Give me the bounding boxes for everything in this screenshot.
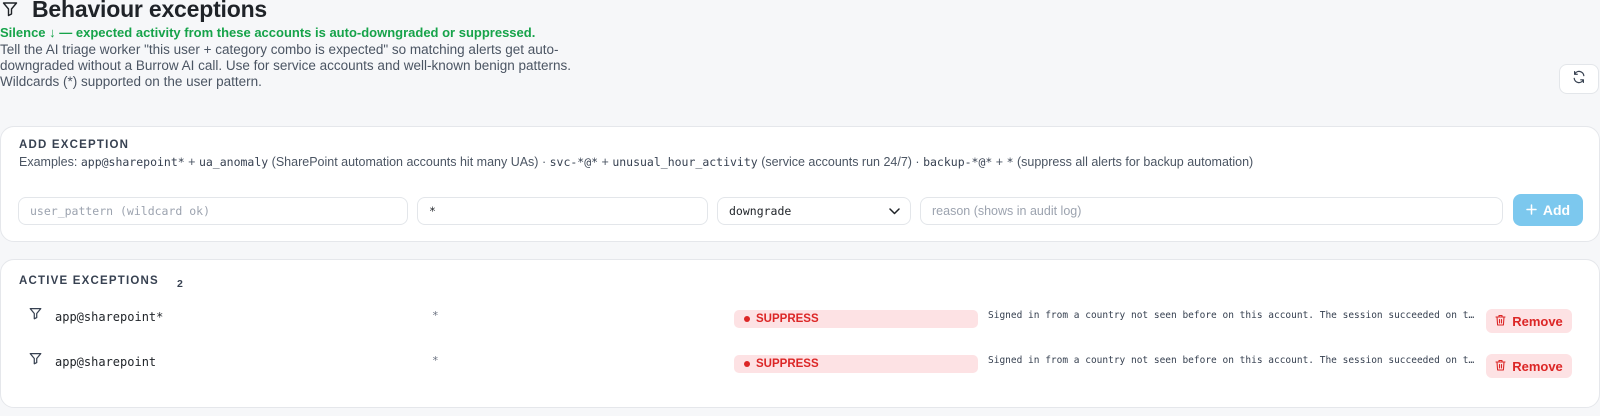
page-title: Behaviour exceptions (32, 0, 268, 22)
action-selected-value: downgrade (729, 204, 792, 218)
remove-button[interactable]: Remove (1486, 354, 1572, 378)
category-value: * (429, 204, 436, 218)
remove-button-label: Remove (1512, 313, 1563, 329)
example-user: svc-*@* (549, 155, 599, 169)
remove-button-label: Remove (1512, 358, 1563, 374)
add-button[interactable]: Add (1513, 194, 1583, 226)
description-line: downgraded without a Burrow AI call. Use… (0, 58, 572, 73)
refresh-button[interactable] (1559, 64, 1599, 94)
exception-count-badge: 2 (177, 278, 183, 290)
user-pattern-input[interactable]: user_pattern (wildcard ok) (18, 197, 408, 225)
example-user: backup-*@* (923, 155, 993, 169)
remove-button[interactable]: Remove (1486, 309, 1572, 333)
description-line: Wildcards (*) supported on the user patt… (0, 74, 262, 89)
trash-icon (1495, 359, 1506, 374)
add-exception-card: ADD EXCEPTION Examples: app@sharepoint* … (0, 126, 1600, 242)
table-row: app@sharepoint* * SUPPRESS Signed in fro… (1, 304, 1600, 333)
silence-description: Silence ↓ — expected activity from these… (0, 25, 536, 40)
row-category: * (432, 309, 439, 322)
status-badge-label: SUPPRESS (756, 358, 819, 370)
example-note: (suppress all alerts for backup automati… (1013, 155, 1254, 169)
trash-icon (1495, 314, 1506, 329)
example-plus: + (184, 155, 199, 169)
row-reason: Signed in from a country not seen before… (988, 355, 1475, 366)
active-exceptions-heading: ACTIVE EXCEPTIONS (19, 275, 159, 287)
chevron-down-icon (889, 204, 900, 218)
row-category: * (432, 354, 439, 367)
example-category: ua_anomaly (198, 155, 269, 169)
active-exceptions-card: ACTIVE EXCEPTIONS 2 app@sharepoint* * SU… (0, 259, 1600, 408)
example-note: (SharePoint automation accounts hit many… (268, 155, 550, 169)
example-category: unusual_hour_activity (612, 155, 758, 169)
example-plus: + (598, 155, 613, 169)
row-user-pattern: app@sharepoint* (55, 310, 164, 324)
user-pattern-placeholder: user_pattern (wildcard ok) (30, 204, 211, 218)
description-line: Tell the AI triage worker "this user + c… (0, 42, 559, 57)
category-input[interactable]: * (417, 197, 708, 225)
example-user: app@sharepoint* (80, 155, 185, 169)
example-note: (service accounts run 24/7) · (757, 155, 924, 169)
status-badge: SUPPRESS (734, 310, 978, 328)
add-exception-heading: ADD EXCEPTION (19, 139, 130, 151)
action-select[interactable]: downgrade (717, 197, 911, 225)
filter-icon (2, 0, 20, 18)
example-category: * (1006, 155, 1014, 169)
examples-prefix: Examples: (19, 155, 81, 169)
refresh-icon (1572, 70, 1586, 89)
row-reason: Signed in from a country not seen before… (988, 310, 1475, 321)
plus-icon (1526, 202, 1537, 218)
row-user-pattern: app@sharepoint (55, 355, 157, 369)
filter-icon (29, 352, 42, 365)
status-dot (744, 361, 750, 367)
status-badge: SUPPRESS (734, 355, 978, 373)
status-badge-label: SUPPRESS (756, 313, 819, 325)
example-plus: + (992, 155, 1007, 169)
add-button-label: Add (1542, 202, 1571, 218)
examples-text: Examples: app@sharepoint* + ua_anomaly (… (19, 155, 1253, 169)
table-row: app@sharepoint * SUPPRESS Signed in from… (1, 349, 1600, 378)
reason-input[interactable]: reason (shows in audit log) (920, 197, 1503, 225)
status-dot (744, 316, 750, 322)
page-header: Behaviour exceptions Silence ↓ — expecte… (0, 0, 760, 90)
filter-icon (29, 307, 42, 320)
page-description: Tell the AI triage worker "this user + c… (0, 42, 610, 90)
reason-placeholder: reason (shows in audit log) (932, 204, 1082, 218)
